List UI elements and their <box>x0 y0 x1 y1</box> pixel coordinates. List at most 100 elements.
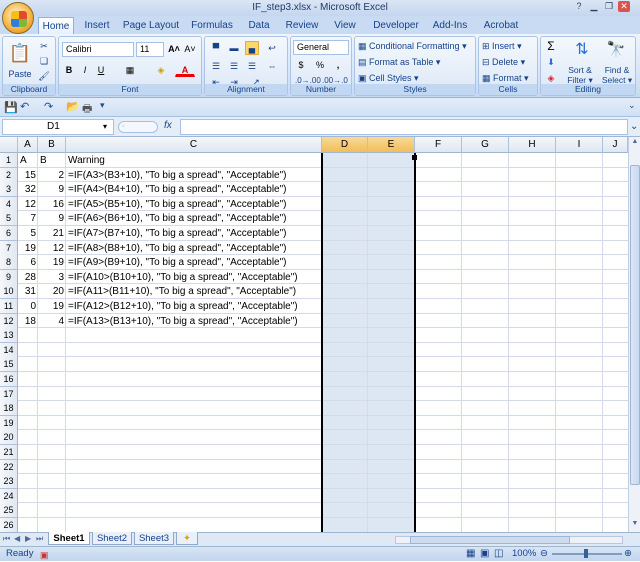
cell-b1[interactable]: B <box>40 153 66 168</box>
sheet-tab-sheet2[interactable]: Sheet2 <box>92 532 132 545</box>
column-header-h[interactable]: H <box>509 137 556 153</box>
first-sheet-icon[interactable]: ⏮ <box>3 534 10 544</box>
cell-b23[interactable] <box>38 474 66 489</box>
row-header-5[interactable]: 5 <box>0 211 18 226</box>
cell-b6[interactable]: 21 <box>38 226 66 241</box>
cell-c5[interactable]: =IF(A6>(B6+10), "To big a spread", "Acce… <box>68 211 322 226</box>
save-icon[interactable]: 💾 <box>4 101 18 114</box>
cell-b16[interactable] <box>38 372 66 387</box>
sheet-tab-sheet1[interactable]: Sheet1 <box>48 532 90 545</box>
cell-c8[interactable]: =IF(A9>(B9+10), "To big a spread", "Acce… <box>68 255 322 270</box>
cell-a6[interactable]: 5 <box>18 226 38 241</box>
column-header-i[interactable]: I <box>556 137 603 153</box>
macro-record-icon[interactable]: ▣ <box>40 548 49 562</box>
paste-icon[interactable]: 📋 <box>7 39 33 67</box>
paste-button[interactable]: Paste <box>5 67 35 81</box>
cell-a26[interactable] <box>18 518 38 532</box>
scroll-thumb[interactable] <box>630 165 640 485</box>
cell-c2[interactable]: =IF(A3>(B3+10), "To big a spread", "Acce… <box>68 168 322 183</box>
row-header-1[interactable]: 1 <box>0 153 18 168</box>
undo-icon[interactable]: ↶ <box>20 100 29 113</box>
horizontal-scroll-thumb[interactable] <box>410 536 570 544</box>
cell-b26[interactable] <box>38 518 66 532</box>
row-header-6[interactable]: 6 <box>0 226 18 241</box>
underline-button[interactable]: U <box>94 63 108 77</box>
font-size-select[interactable]: 11 <box>136 42 164 57</box>
cell-c19[interactable] <box>68 416 322 431</box>
zoom-out-icon[interactable]: ⊖ <box>540 547 548 561</box>
cell-b15[interactable] <box>38 357 66 372</box>
cell-c9[interactable]: =IF(A10>(B10+10), "To big a spread", "Ac… <box>68 270 322 285</box>
cell-c12[interactable]: =IF(A13>(B13+10), "To big a spread", "Ac… <box>68 314 322 329</box>
tab-insert[interactable]: Insert <box>80 17 114 34</box>
cell-b2[interactable]: 2 <box>38 168 66 183</box>
cell-c4[interactable]: =IF(A5>(B5+10), "To big a spread", "Acce… <box>68 197 322 212</box>
autosum-button[interactable]: Σ <box>543 39 559 53</box>
scroll-down-icon[interactable]: ▼ <box>630 520 640 530</box>
row-header-23[interactable]: 23 <box>0 474 18 489</box>
cell-b7[interactable]: 12 <box>38 241 66 256</box>
cell-a19[interactable] <box>18 416 38 431</box>
normal-view-icon[interactable]: ▦ <box>466 547 475 561</box>
middle-align-icon[interactable]: ▬ <box>227 41 241 55</box>
column-header-g[interactable]: G <box>462 137 509 153</box>
cell-b22[interactable] <box>38 460 66 475</box>
row-header-7[interactable]: 7 <box>0 241 18 256</box>
cell-b9[interactable]: 3 <box>38 270 66 285</box>
cell-a11[interactable]: 0 <box>18 299 38 314</box>
bottom-align-icon[interactable]: ▄ <box>245 41 259 55</box>
insert-sheet-icon[interactable]: ✦ <box>176 532 198 545</box>
cut-icon[interactable]: ✂ <box>37 39 51 53</box>
cell-b13[interactable] <box>38 328 66 343</box>
row-header-17[interactable]: 17 <box>0 387 18 402</box>
number-format-select[interactable]: General <box>293 40 349 55</box>
comma-button[interactable]: , <box>331 58 345 72</box>
tab-acrobat[interactable]: Acrobat <box>478 17 524 34</box>
italic-button[interactable]: I <box>78 63 92 77</box>
insert-cells-button[interactable]: ⊞ Insert ▾ <box>481 39 535 53</box>
ribbon-help-icon[interactable]: ? <box>573 1 585 12</box>
cell-c16[interactable] <box>68 372 322 387</box>
cell-c3[interactable]: =IF(A4>(B4+10), "To big a spread", "Acce… <box>68 182 322 197</box>
sheet-tab-sheet3[interactable]: Sheet3 <box>134 532 174 545</box>
column-header-d[interactable]: D <box>322 137 368 153</box>
fill-handle[interactable] <box>412 155 417 160</box>
cell-a12[interactable]: 18 <box>18 314 38 329</box>
customize-qat-icon[interactable]: ▾ <box>100 100 105 111</box>
cell-b3[interactable]: 9 <box>38 182 66 197</box>
cell-c21[interactable] <box>68 445 322 460</box>
tab-add-ins[interactable]: Add-Ins <box>428 17 472 34</box>
cell-c1[interactable]: Warning <box>68 153 322 168</box>
cell-c17[interactable] <box>68 387 322 402</box>
clear-icon[interactable]: ◈ <box>543 71 559 85</box>
tab-data[interactable]: Data <box>244 17 274 34</box>
row-header-12[interactable]: 12 <box>0 314 18 329</box>
column-header-f[interactable]: F <box>415 137 462 153</box>
fill-icon[interactable]: ⬇ <box>543 55 559 69</box>
cell-a20[interactable] <box>18 430 38 445</box>
cell-b5[interactable]: 9 <box>38 211 66 226</box>
cell-a22[interactable] <box>18 460 38 475</box>
row-header-14[interactable]: 14 <box>0 343 18 358</box>
cell-a24[interactable] <box>18 489 38 504</box>
align-left-icon[interactable]: ☰ <box>209 59 223 73</box>
minimize-button[interactable]: ▁ <box>588 1 600 12</box>
cell-c24[interactable] <box>68 489 322 504</box>
cell-a25[interactable] <box>18 503 38 518</box>
cell-c25[interactable] <box>68 503 322 518</box>
cell-b11[interactable]: 19 <box>38 299 66 314</box>
cell-c11[interactable]: =IF(A12>(B12+10), "To big a spread", "Ac… <box>68 299 322 314</box>
align-center-icon[interactable]: ☰ <box>227 59 241 73</box>
bold-button[interactable]: B <box>62 63 76 77</box>
cell-c23[interactable] <box>68 474 322 489</box>
tab-review[interactable]: Review <box>282 17 322 34</box>
conditional-formatting-button[interactable]: ▦ Conditional Formatting ▾ <box>357 39 473 53</box>
binoculars-icon[interactable]: 🔭 <box>603 39 629 59</box>
row-header-24[interactable]: 24 <box>0 489 18 504</box>
cell-a14[interactable] <box>18 343 38 358</box>
row-header-10[interactable]: 10 <box>0 284 18 299</box>
copy-icon[interactable]: ❏ <box>37 54 51 68</box>
cell-a1[interactable]: A <box>20 153 38 168</box>
cell-a21[interactable] <box>18 445 38 460</box>
formula-bar-splitter-icon[interactable]: ◦ <box>118 121 158 133</box>
